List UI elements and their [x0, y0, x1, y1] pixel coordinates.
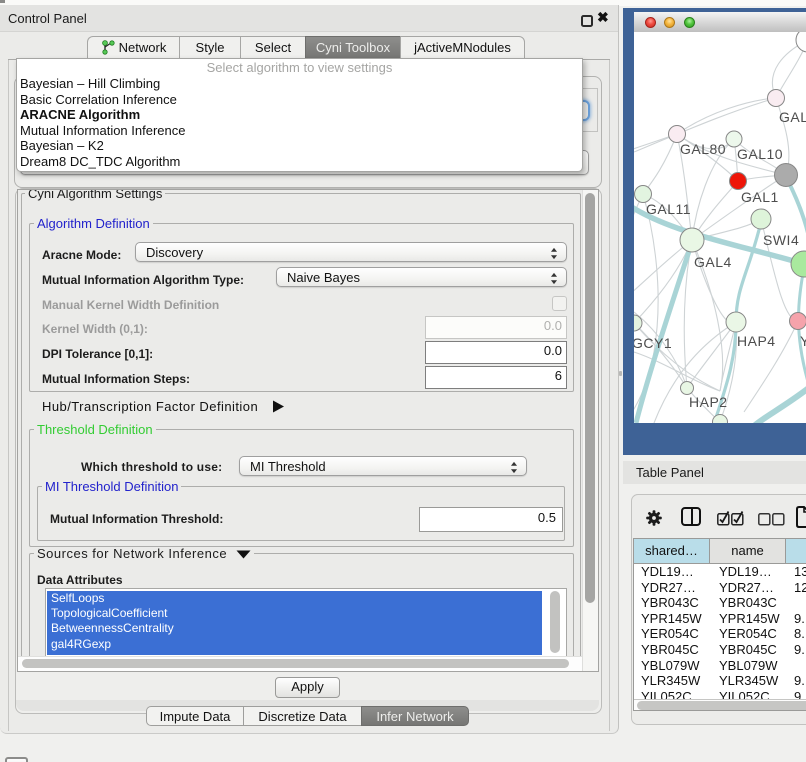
svg-text:GAL11: GAL11 [646, 201, 691, 217]
svg-text:GAL4: GAL4 [694, 254, 732, 270]
svg-text:GAL7: GAL7 [779, 109, 806, 125]
svg-text:HAP4: HAP4 [737, 333, 776, 349]
svg-text:GAL1: GAL1 [741, 189, 779, 205]
svg-text:GAL10: GAL10 [737, 146, 783, 162]
svg-text:GCY1: GCY1 [634, 335, 672, 351]
svg-text:SWI4: SWI4 [763, 232, 799, 248]
svg-text:HAP2: HAP2 [689, 394, 728, 410]
svg-text:GAL80: GAL80 [680, 141, 726, 157]
svg-text:Y: Y [800, 333, 806, 349]
